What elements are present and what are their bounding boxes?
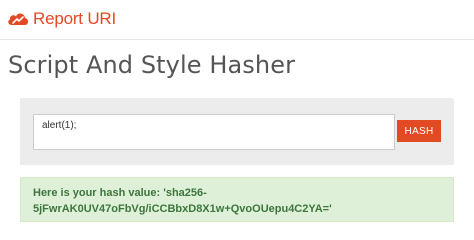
page: Report URI Script And Style Hasher alert… [0,0,474,239]
page-title: Script And Style Hasher [8,51,296,79]
brand-link[interactable]: Report URI [6,7,116,31]
script-input[interactable]: alert(1); [33,114,395,150]
hash-result-alert: Here is your hash value: 'sha256-5jFwrAK… [20,177,454,222]
brand-name: Report URI [33,9,117,28]
top-navbar: Report URI [0,0,474,40]
cloud-logo-icon [8,13,28,25]
hash-form-panel: alert(1); HASH [20,98,454,165]
hash-button[interactable]: HASH [397,120,441,142]
